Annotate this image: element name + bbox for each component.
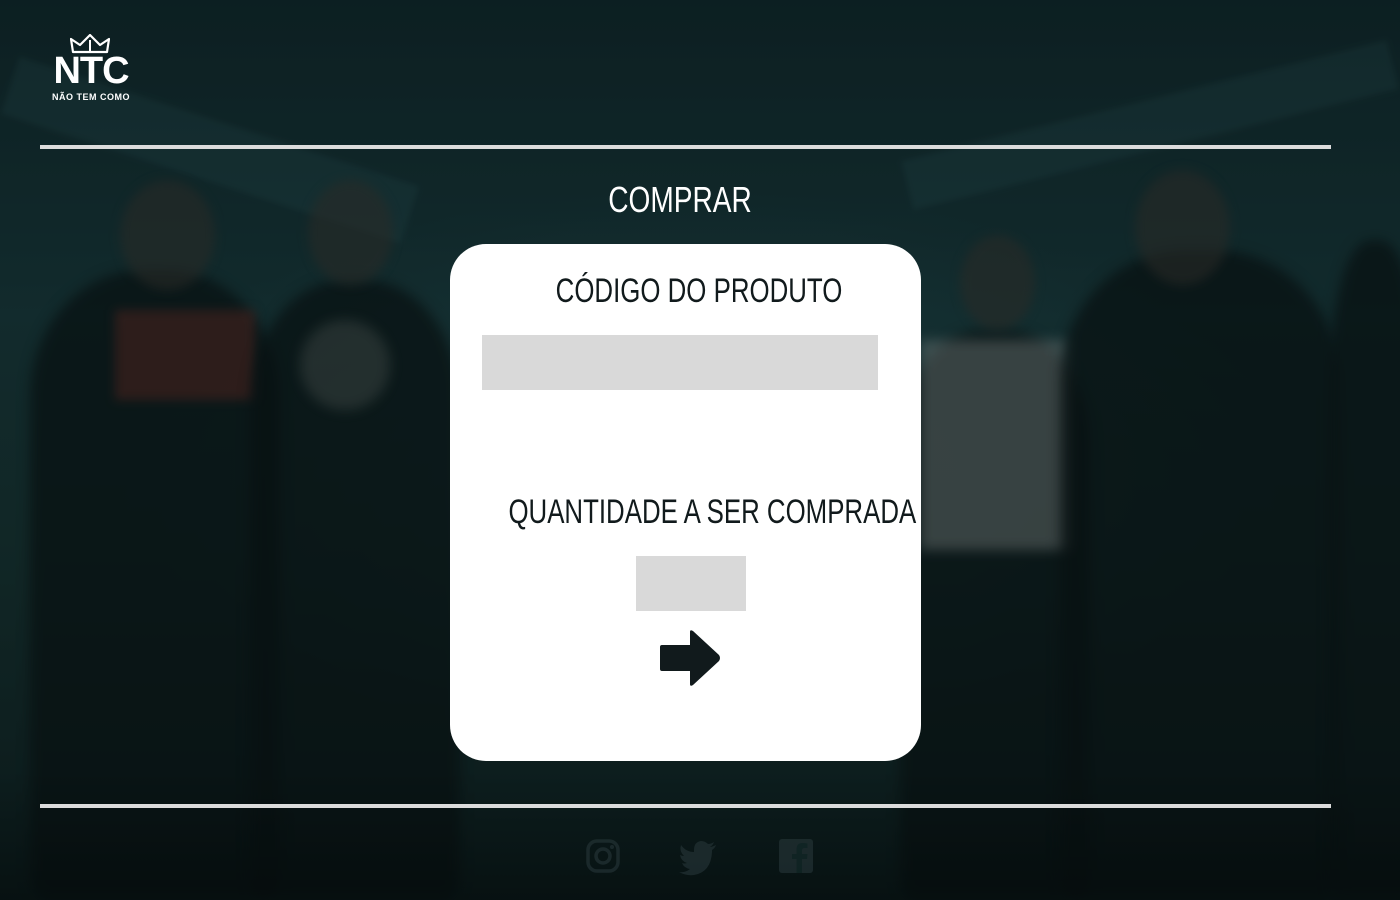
instagram-icon <box>586 839 620 873</box>
quantity-label: QUANTIDADE A SER COMPRADA <box>508 493 917 531</box>
purchase-form-card: CÓDIGO DO PRODUTO QUANTIDADE A SER COMPR… <box>450 244 921 761</box>
submit-button[interactable] <box>658 627 724 689</box>
logo-mark: NTC <box>53 50 129 92</box>
facebook-link[interactable] <box>776 836 816 876</box>
twitter-link[interactable] <box>678 836 718 876</box>
footer-divider <box>40 804 1331 808</box>
instagram-link[interactable] <box>583 836 623 876</box>
product-code-label: CÓDIGO DO PRODUTO <box>555 272 843 310</box>
header-divider <box>40 145 1331 149</box>
twitter-icon <box>679 841 716 876</box>
page-title: COMPRAR <box>608 179 752 220</box>
product-code-input[interactable] <box>482 335 878 390</box>
ntc-logo[interactable]: NTC NÃO TEM COMO <box>40 34 142 102</box>
quantity-input[interactable] <box>636 556 746 611</box>
arrow-right-icon <box>660 630 720 686</box>
logo-tagline: NÃO TEM COMO <box>52 92 130 102</box>
facebook-icon <box>779 839 813 873</box>
